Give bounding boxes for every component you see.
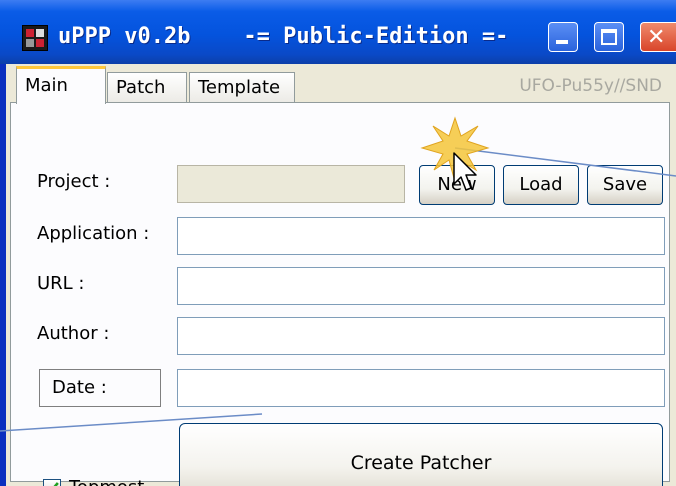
date-field[interactable] <box>177 369 665 407</box>
create-patcher-button[interactable]: Create Patcher <box>179 423 663 486</box>
app-icon[interactable] <box>22 25 48 51</box>
title-bar[interactable]: uPPP v0.2b -= Public-Edition =- ✕ <box>0 0 676 64</box>
main-tab-panel: Project : New Load Save Application : UR… <box>10 102 670 486</box>
author-signature: UFO-Pu55y//SND <box>519 76 662 96</box>
application-field[interactable] <box>177 217 665 255</box>
url-field[interactable] <box>177 267 665 305</box>
save-button[interactable]: Save <box>587 165 663 205</box>
window-client-area: Patch Template Main UFO-Pu55y//SND Proje… <box>6 64 676 486</box>
author-label: Author : <box>37 323 110 344</box>
close-icon: ✕ <box>647 25 666 50</box>
new-button[interactable]: New <box>419 165 495 205</box>
tab-patch[interactable]: Patch <box>107 72 187 102</box>
author-field[interactable] <box>177 317 665 355</box>
project-label: Project : <box>37 171 111 192</box>
url-label: URL : <box>37 273 85 294</box>
app-window: uPPP v0.2b -= Public-Edition =- ✕ Patch … <box>0 0 676 486</box>
date-label: Date : <box>52 377 107 398</box>
close-button[interactable]: ✕ <box>640 22 676 52</box>
topmost-checkbox[interactable] <box>43 479 61 486</box>
project-field[interactable] <box>177 165 405 203</box>
maximize-icon <box>601 29 617 45</box>
tab-main[interactable]: Main <box>16 66 106 104</box>
topmost-label: Topmost <box>69 477 144 486</box>
minimize-icon <box>556 40 568 44</box>
tab-strip: Patch Template Main UFO-Pu55y//SND <box>6 64 676 104</box>
checkmark-icon <box>53 482 59 486</box>
screenshot: uPPP v0.2b -= Public-Edition =- ✕ Patch … <box>0 0 676 486</box>
tab-template[interactable]: Template <box>189 72 295 102</box>
window-title: uPPP v0.2b -= Public-Edition =- <box>58 24 509 49</box>
maximize-button[interactable] <box>594 22 624 52</box>
date-label-box: Date : <box>39 369 161 407</box>
minimize-button[interactable] <box>548 22 578 52</box>
application-label: Application : <box>37 223 150 244</box>
load-button[interactable]: Load <box>503 165 579 205</box>
